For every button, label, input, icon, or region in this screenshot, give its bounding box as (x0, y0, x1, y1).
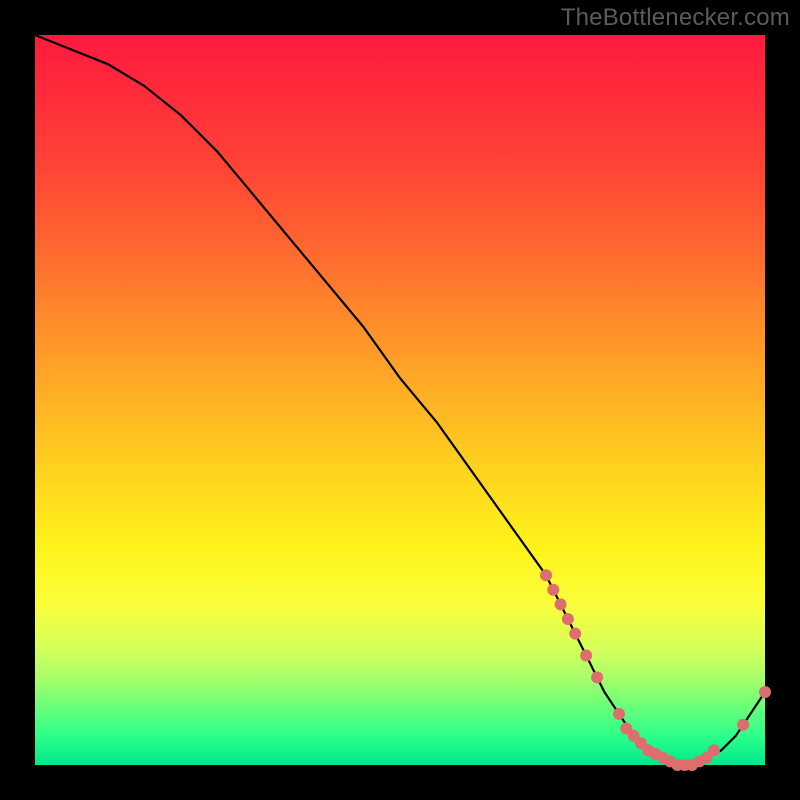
marker-dot (540, 569, 552, 581)
marker-dot (555, 598, 567, 610)
marker-dot (580, 650, 592, 662)
bottleneck-curve (35, 35, 765, 765)
marker-dot (562, 613, 574, 625)
marker-dots (540, 569, 771, 771)
marker-dot (737, 719, 749, 731)
marker-dot (569, 628, 581, 640)
marker-dot (613, 708, 625, 720)
marker-dot (547, 584, 559, 596)
marker-dot (759, 686, 771, 698)
watermark-text: TheBottlenecker.com (561, 4, 790, 32)
plot-area (35, 35, 765, 765)
marker-dot (708, 744, 720, 756)
curve-layer (35, 35, 765, 765)
marker-dot (591, 671, 603, 683)
chart-frame: TheBottlenecker.com (0, 0, 800, 800)
